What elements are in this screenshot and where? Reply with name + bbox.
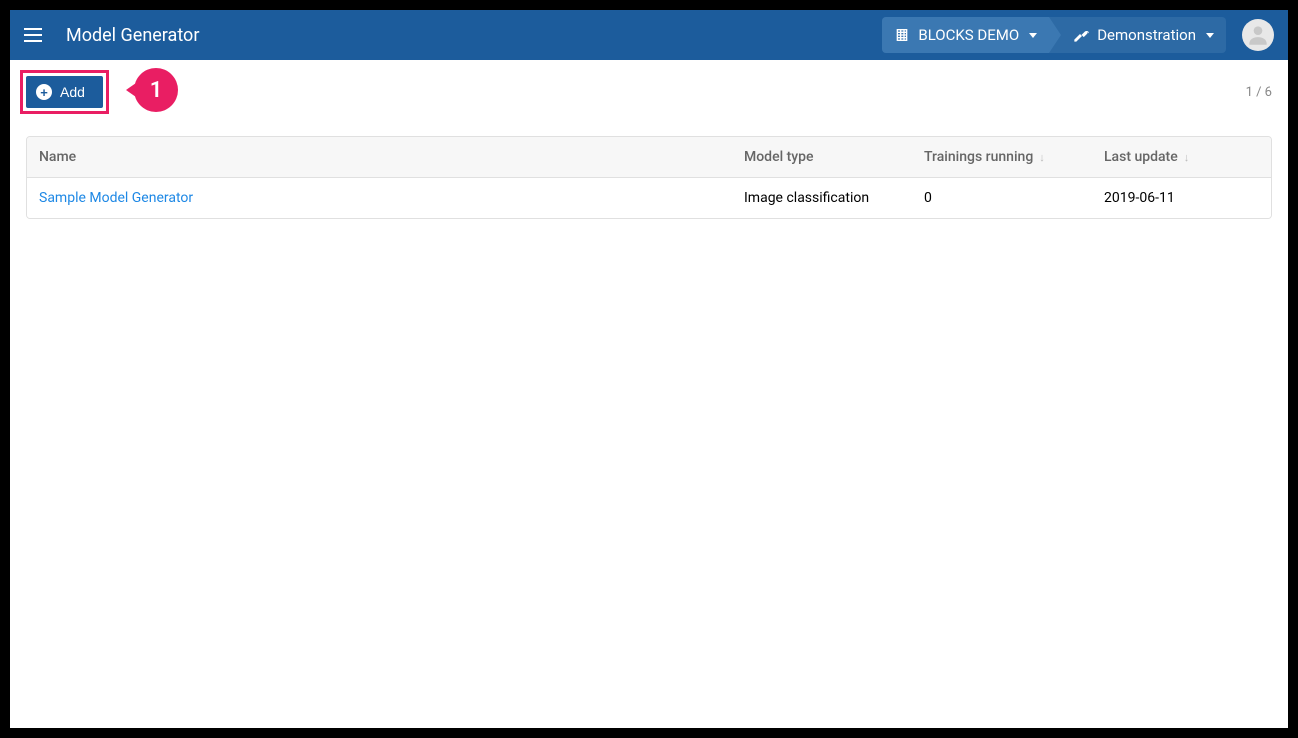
add-button-label: Add [60, 84, 85, 100]
callout-badge: 1 [134, 68, 178, 112]
add-button-wrapper: + Add 1 [26, 76, 103, 108]
col-header-last-update-label: Last update [1104, 149, 1178, 165]
table-header-row: Name Model type Trainings running ↓ Last… [27, 137, 1271, 178]
header-right: BLOCKS DEMO Demonstration [882, 17, 1274, 53]
app-frame: Model Generator BLOCKS DEMO Demonstratio… [10, 10, 1288, 728]
breadcrumb: BLOCKS DEMO Demonstration [882, 17, 1226, 53]
col-header-trainings[interactable]: Trainings running ↓ [912, 149, 1092, 165]
breadcrumb-project[interactable]: Demonstration [1049, 17, 1226, 53]
avatar[interactable] [1242, 19, 1274, 51]
wrench-icon [1073, 27, 1089, 43]
col-header-last-update[interactable]: Last update ↓ [1092, 149, 1271, 165]
app-header: Model Generator BLOCKS DEMO Demonstratio… [10, 10, 1288, 60]
callout-number: 1 [150, 78, 163, 103]
breadcrumb-project-label: Demonstration [1097, 26, 1196, 44]
col-header-model-type[interactable]: Model type [732, 149, 912, 165]
menu-icon[interactable] [24, 23, 48, 47]
breadcrumb-org[interactable]: BLOCKS DEMO [882, 17, 1049, 53]
add-button[interactable]: + Add [26, 76, 103, 108]
col-header-name[interactable]: Name [27, 149, 732, 165]
content-area: + Add 1 1 / 6 Name Model type Trainings … [10, 60, 1288, 728]
pager: 1 / 6 [1246, 85, 1272, 100]
breadcrumb-org-label: BLOCKS DEMO [918, 26, 1019, 44]
row-name-link[interactable]: Sample Model Generator [27, 190, 732, 206]
page-title: Model Generator [66, 25, 882, 46]
plus-circle-icon: + [36, 84, 52, 100]
model-table: Name Model type Trainings running ↓ Last… [26, 136, 1272, 219]
table-row[interactable]: Sample Model Generator Image classificat… [27, 178, 1271, 218]
chevron-down-icon [1029, 33, 1037, 38]
user-icon [1245, 22, 1271, 48]
row-trainings-running: 0 [912, 190, 1092, 206]
col-header-trainings-label: Trainings running [924, 149, 1033, 165]
sort-icon: ↓ [1184, 151, 1190, 164]
building-icon [894, 27, 910, 43]
toolbar: + Add 1 1 / 6 [26, 76, 1272, 108]
row-model-type: Image classification [732, 190, 912, 206]
sort-icon: ↓ [1039, 151, 1045, 164]
chevron-down-icon [1206, 33, 1214, 38]
row-last-update: 2019-06-11 [1092, 190, 1271, 206]
